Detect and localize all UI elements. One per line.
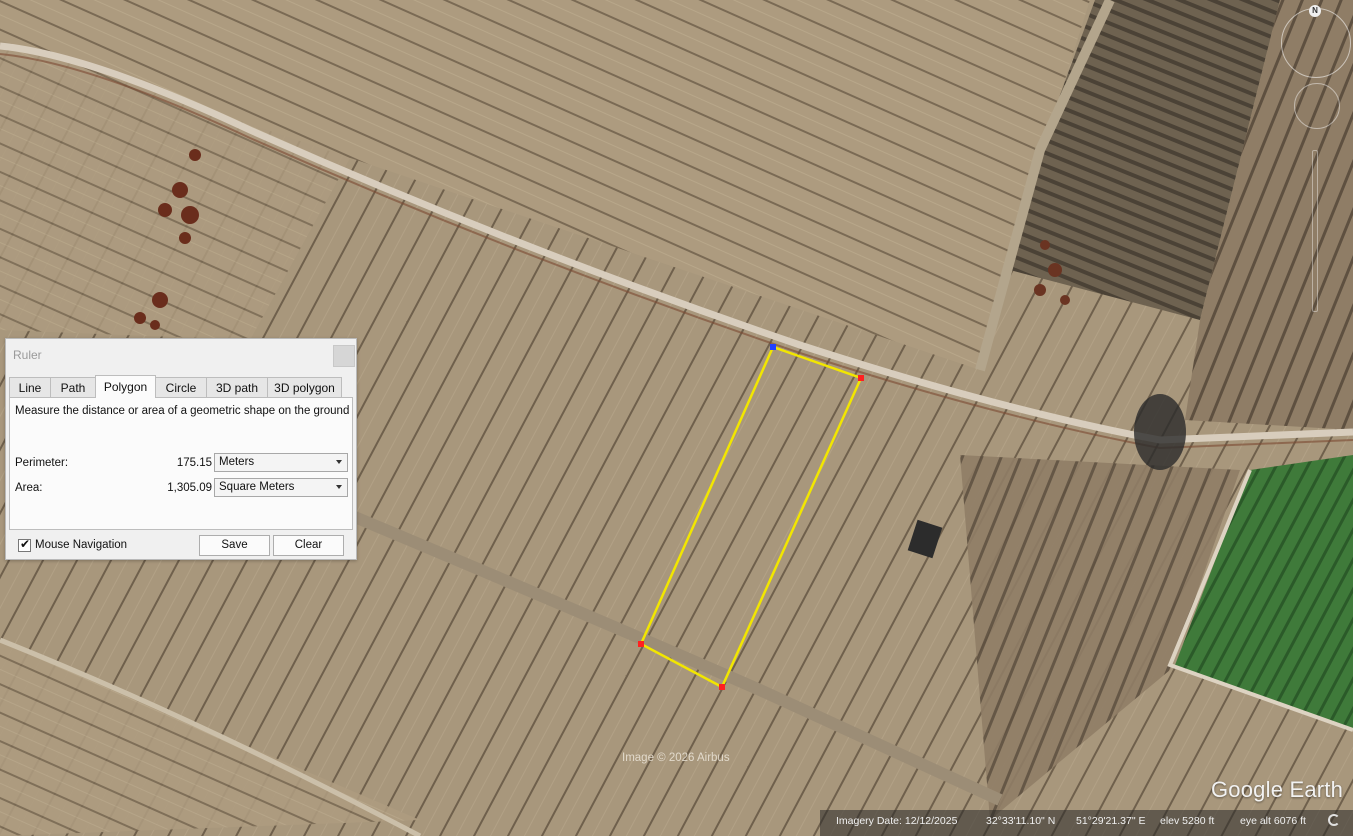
compass-ring[interactable]: [1281, 8, 1351, 78]
ruler-dialog: Ruler Line Path Polygon Circle 3D path 3…: [5, 338, 357, 560]
polygon-vertex-handle[interactable]: [719, 684, 725, 690]
zoom-slider[interactable]: [1312, 150, 1318, 312]
chevron-down-icon: [336, 485, 342, 489]
polygon-vertex-handle[interactable]: [770, 344, 776, 350]
tab-3d-path[interactable]: 3D path: [206, 377, 268, 397]
chevron-down-icon: [336, 460, 342, 464]
polygon-panel: Measure the distance or area of a geomet…: [9, 397, 353, 530]
loading-spinner-icon: [1328, 814, 1340, 826]
imagery-attribution: Image © 2026 Airbus: [622, 752, 730, 764]
close-button[interactable]: [333, 345, 355, 367]
elevation-readout: elev 5280 ft: [1160, 815, 1215, 827]
save-button[interactable]: Save: [199, 535, 270, 556]
look-joystick[interactable]: [1294, 83, 1340, 129]
checkmark-icon: ✔: [20, 537, 31, 551]
perimeter-label: Perimeter:: [15, 457, 69, 469]
area-value: 1,305.09: [167, 482, 212, 494]
eye-altitude-readout: eye alt 6076 ft: [1240, 815, 1306, 827]
mouse-navigation-label: Mouse Navigation: [35, 539, 128, 551]
area-unit-value: Square Meters: [219, 481, 295, 493]
imagery-date: Imagery Date: 12/12/2025: [836, 815, 958, 827]
tab-path[interactable]: Path: [50, 377, 96, 397]
perimeter-value: 175.15: [176, 457, 212, 469]
clear-button[interactable]: Clear: [273, 535, 344, 556]
ruler-description: Measure the distance or area of a geomet…: [15, 405, 350, 417]
tree-shadow: [1134, 394, 1186, 470]
mouse-navigation-checkbox[interactable]: ✔: [18, 537, 31, 552]
polygon-vertex-handle[interactable]: [858, 375, 864, 381]
perimeter-unit-value: Meters: [219, 456, 255, 468]
tab-circle[interactable]: Circle: [155, 377, 207, 397]
ruler-title: Ruler: [13, 348, 42, 362]
longitude-readout: 51°29'21.37" E: [1076, 815, 1146, 827]
area-unit-select[interactable]: Square Meters: [214, 478, 348, 497]
polygon-vertex-handle[interactable]: [638, 641, 644, 647]
compass-north-icon[interactable]: N: [1309, 5, 1321, 17]
latitude-readout: 32°33'11.10" N: [986, 815, 1056, 827]
tab-3d-polygon[interactable]: 3D polygon: [267, 377, 342, 397]
area-label: Area:: [15, 482, 43, 494]
tab-polygon[interactable]: Polygon: [95, 375, 156, 398]
perimeter-unit-select[interactable]: Meters: [214, 453, 348, 472]
tab-line[interactable]: Line: [9, 377, 51, 397]
google-earth-logo: Google Earth: [1211, 777, 1344, 802]
